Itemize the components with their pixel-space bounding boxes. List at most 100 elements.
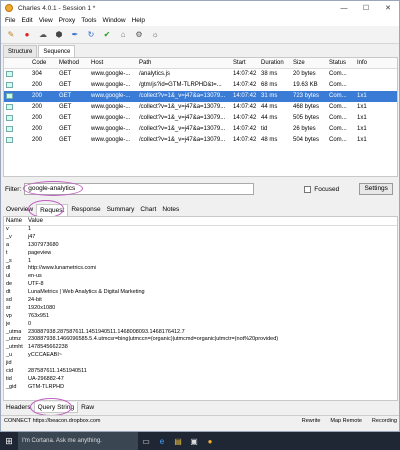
- param-row[interactable]: jid: [4, 360, 397, 368]
- param-row[interactable]: _utma 230887938.287587611.1451940511.1468…: [4, 329, 397, 337]
- param-row[interactable]: sr 1920x1080: [4, 305, 397, 313]
- maximize-button[interactable]: ☐: [355, 1, 377, 15]
- menu-file[interactable]: File: [5, 17, 15, 24]
- check-icon[interactable]: ✔: [101, 29, 113, 41]
- tab-chart[interactable]: Chart: [137, 204, 159, 216]
- param-row[interactable]: _gid GTM-TLRPHD: [4, 384, 397, 392]
- breakpoint-icon[interactable]: ⬢: [53, 29, 65, 41]
- param-row[interactable]: t pageview: [4, 250, 397, 258]
- throttle-icon[interactable]: ☁: [37, 29, 49, 41]
- param-row[interactable]: _s 1: [4, 258, 397, 266]
- param-row[interactable]: dt LunaMetrics | Web Analytics & Digital …: [4, 289, 397, 297]
- tab-structure[interactable]: Structure: [3, 45, 38, 57]
- header-name[interactable]: Name: [4, 217, 26, 225]
- row-path: /collect?v=1&_v=j47&a=13079...: [139, 126, 226, 132]
- param-value: 230887938.287587611.1451940511.146800809…: [28, 328, 185, 335]
- param-row[interactable]: _utmht 1478545662238: [4, 344, 397, 352]
- tab-summary[interactable]: Summary: [104, 204, 138, 216]
- menu-tools[interactable]: Tools: [81, 17, 96, 24]
- param-row[interactable]: _v j47: [4, 234, 397, 242]
- tab-raw[interactable]: Raw: [78, 402, 97, 413]
- status-rewrite[interactable]: Rewrite: [302, 418, 321, 424]
- settings-icon[interactable]: ☼: [149, 29, 161, 41]
- tab-sequence[interactable]: Sequence: [38, 45, 76, 57]
- row-info: 1x1: [357, 115, 367, 121]
- param-row[interactable]: v1: [4, 226, 397, 234]
- param-name: je: [6, 320, 11, 327]
- store-icon[interactable]: ▣: [186, 432, 202, 450]
- focused-checkbox[interactable]: Focused: [304, 185, 340, 193]
- row-host: www.google-...: [91, 104, 131, 110]
- header-host[interactable]: Host: [89, 58, 137, 68]
- folder-icon[interactable]: ▤: [170, 432, 186, 450]
- param-name: _utma: [6, 328, 22, 335]
- param-row[interactable]: _u yCCCAEABI~: [4, 352, 397, 360]
- table-row[interactable]: 304 GET www.google-... /analytics.js 14:…: [4, 69, 397, 80]
- checkbox-box[interactable]: [304, 185, 312, 193]
- close-button[interactable]: ✕: [377, 1, 399, 15]
- param-value: 1307973680: [28, 241, 59, 248]
- charles-window: Charles 4.0.1 - Session 1 * — ☐ ✕ File E…: [0, 0, 400, 432]
- menu-view[interactable]: View: [39, 17, 53, 24]
- menu-edit[interactable]: Edit: [21, 17, 32, 24]
- param-row[interactable]: tid UA-296882-47: [4, 376, 397, 384]
- status-map-remote[interactable]: Map Remote: [330, 418, 362, 424]
- param-row[interactable]: je 0: [4, 321, 397, 329]
- param-name: t: [6, 249, 8, 256]
- table-row[interactable]: 200 GET www.google-... /gtm/js?id=GTM-TL…: [4, 80, 397, 91]
- param-row[interactable]: a 1307973680: [4, 242, 397, 250]
- row-start: 14:07:42: [233, 93, 257, 99]
- menu-help[interactable]: Help: [132, 17, 145, 24]
- table-row-selected[interactable]: 200 GET www.google-... /collect?v=1&_v=j…: [4, 91, 397, 102]
- status-recording[interactable]: Recording: [372, 418, 397, 424]
- table-row[interactable]: 200 GET www.google-... /collect?v=1&_v=j…: [4, 113, 397, 124]
- focused-label: Focused: [314, 185, 340, 193]
- basket-icon[interactable]: ⌂: [117, 29, 129, 41]
- header-method[interactable]: Method: [57, 58, 89, 68]
- param-name: sr: [6, 304, 11, 311]
- tab-response[interactable]: Response: [68, 204, 103, 216]
- param-row[interactable]: sd 24-bit: [4, 297, 397, 305]
- table-row[interactable]: 200 GET www.google-... /collect?v=1&_v=j…: [4, 135, 397, 146]
- row-path: /analytics.js: [139, 71, 171, 77]
- refresh-icon[interactable]: ↻: [85, 29, 97, 41]
- pen-icon[interactable]: ✒: [69, 29, 81, 41]
- broom-icon[interactable]: ✎: [5, 29, 17, 41]
- row-status: Com...: [329, 126, 347, 132]
- row-status: Com...: [329, 82, 347, 88]
- param-row[interactable]: cid 287587611.1451940511: [4, 368, 397, 376]
- record-icon[interactable]: ●: [21, 29, 33, 41]
- edge-icon[interactable]: e: [154, 432, 170, 450]
- task-view-icon[interactable]: ▭: [138, 432, 154, 450]
- gear-icon[interactable]: ⚙: [133, 29, 145, 41]
- header-duration[interactable]: Duration: [259, 58, 291, 68]
- param-row[interactable]: de UTF-8: [4, 281, 397, 289]
- row-method: GET: [59, 137, 72, 143]
- windows-start-icon[interactable]: ⊞: [0, 432, 18, 450]
- header-path[interactable]: Path: [137, 58, 231, 68]
- table-header: Code Method Host Path Start Duration Siz…: [4, 58, 397, 69]
- settings-button[interactable]: Settings: [359, 183, 394, 195]
- header-icon[interactable]: [4, 58, 30, 68]
- cortana-search[interactable]: I'm Cortana. Ask me anything.: [18, 432, 138, 450]
- tab-notes[interactable]: Notes: [159, 204, 182, 216]
- header-status[interactable]: Status: [327, 58, 355, 68]
- tab-headers[interactable]: Headers: [3, 402, 34, 413]
- header-size[interactable]: Size: [291, 58, 327, 68]
- row-method: GET: [59, 82, 72, 88]
- charles-taskbar-icon[interactable]: ●: [202, 432, 218, 450]
- param-row[interactable]: ul en-us: [4, 273, 397, 281]
- header-code[interactable]: Code: [30, 58, 57, 68]
- menu-window[interactable]: Window: [102, 17, 125, 24]
- minimize-button[interactable]: —: [333, 1, 355, 15]
- param-row[interactable]: vp 763x951: [4, 313, 397, 321]
- header-info[interactable]: Info: [355, 58, 397, 68]
- table-row[interactable]: 200 GET www.google-... /collect?v=1&_v=j…: [4, 124, 397, 135]
- param-row[interactable]: dl http://www.lunametrics.com/: [4, 265, 397, 273]
- param-row[interactable]: _utmz 230887938.1466096585.5.4.utmcsr=bin…: [4, 336, 397, 344]
- header-value[interactable]: Value: [26, 217, 43, 225]
- table-row[interactable]: 200 GET www.google-... /collect?v=1&_v=j…: [4, 102, 397, 113]
- menu-proxy[interactable]: Proxy: [59, 17, 76, 24]
- param-name: v: [6, 226, 9, 232]
- header-start[interactable]: Start: [231, 58, 259, 68]
